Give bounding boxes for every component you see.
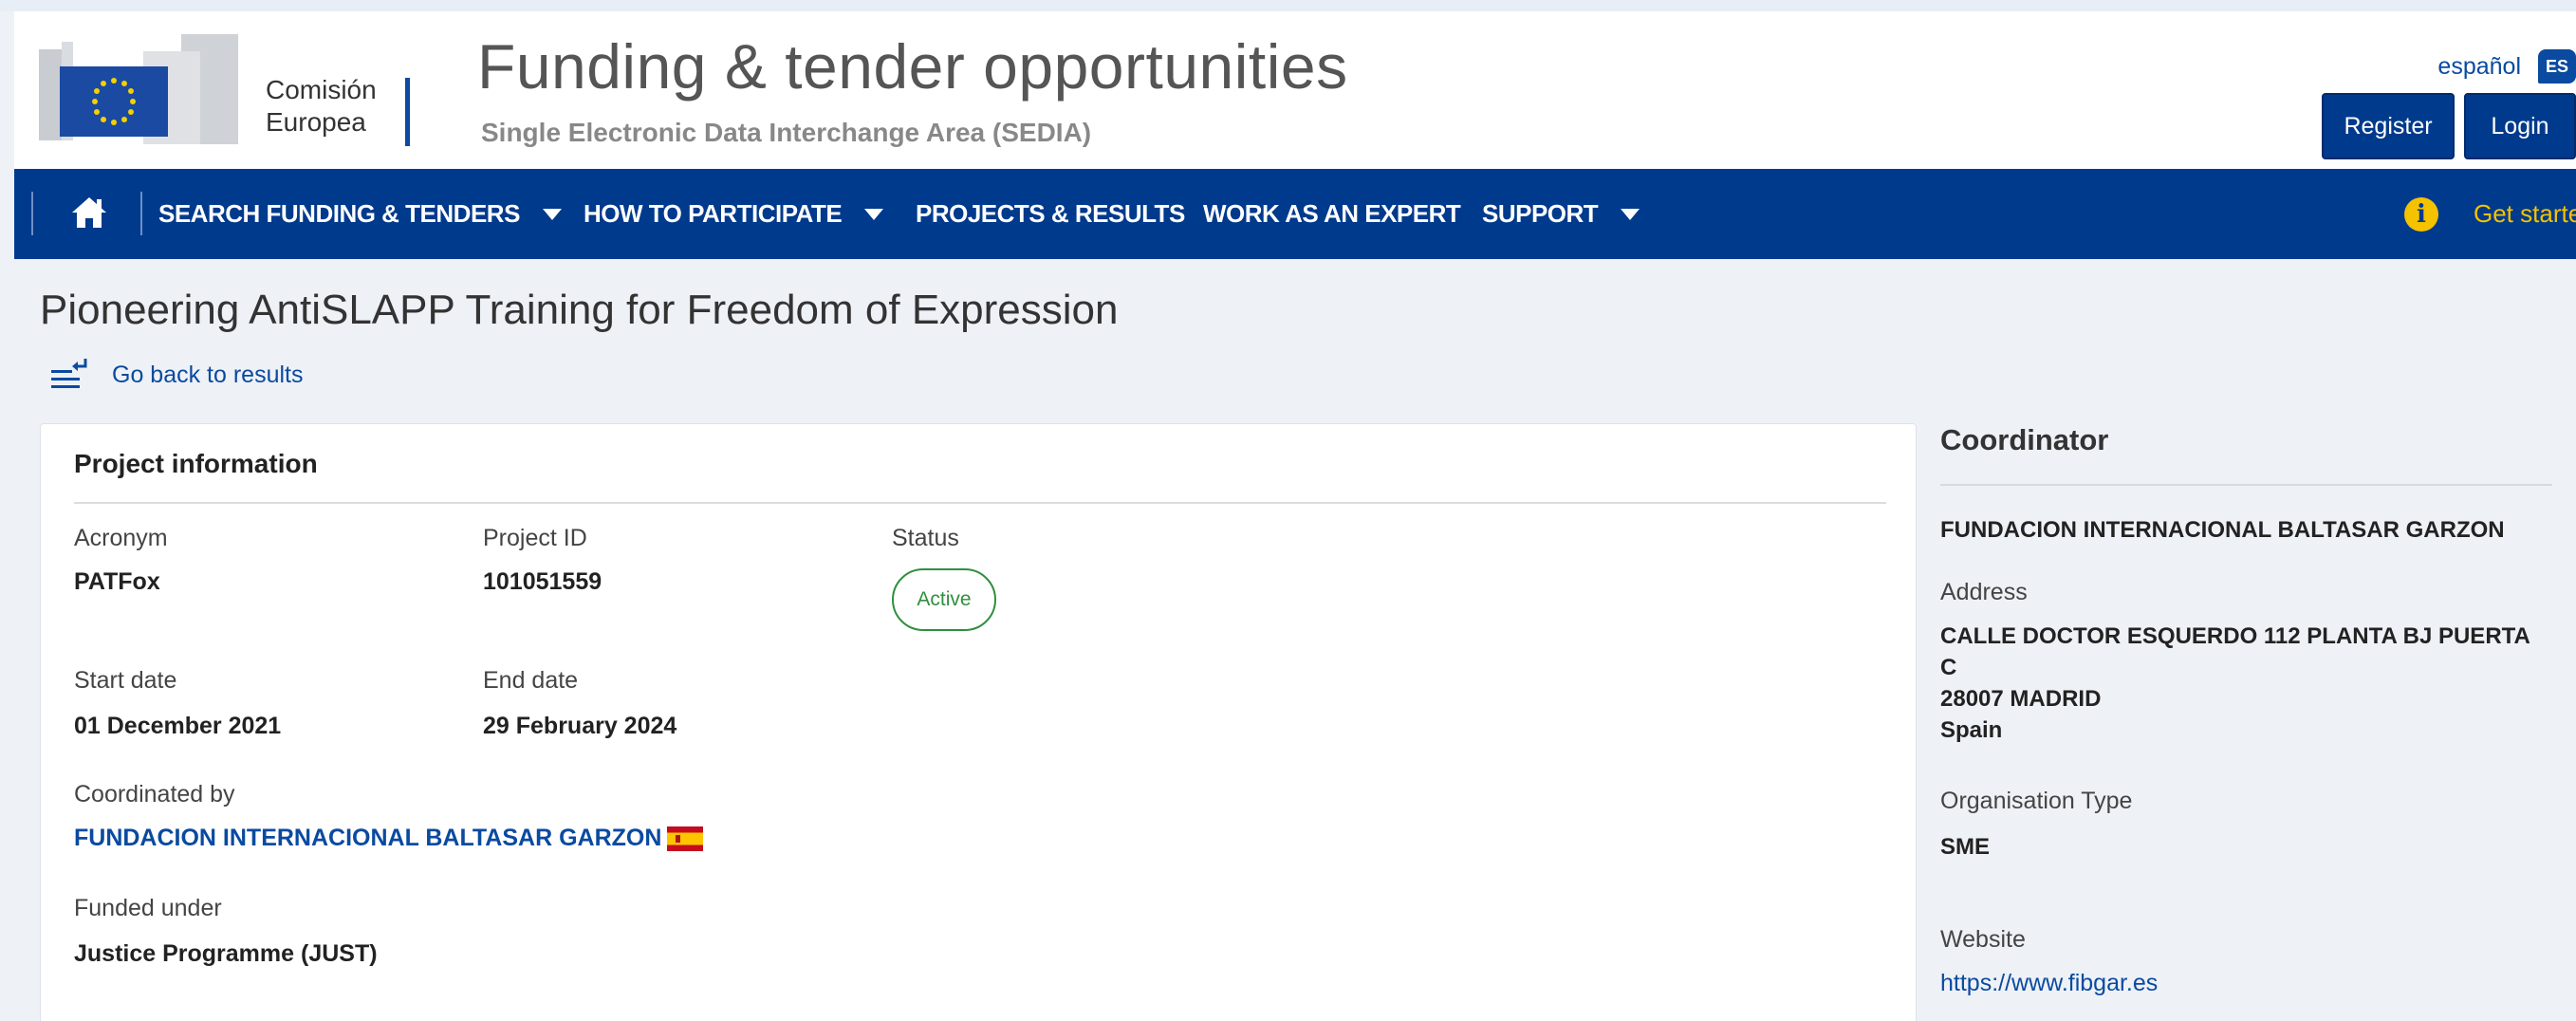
start-date-value: 01 December 2021	[74, 713, 282, 739]
address-line: C	[1940, 655, 1957, 680]
logo-divider	[405, 78, 410, 146]
project-information-card: Project information Acronym PATFox Proje…	[40, 423, 1917, 1021]
coordinator-panel: Coordinator FUNDACION INTERNACIONAL BALT…	[1940, 423, 2576, 1021]
nav-label: WORK AS AN EXPERT	[1203, 199, 1461, 228]
nav-label: SUPPORT	[1482, 199, 1599, 228]
caret-down-icon	[864, 208, 884, 220]
page-title: Pioneering AntiSLAPP Training for Freedo…	[40, 287, 1119, 333]
top-strip	[0, 0, 2576, 11]
end-date-label: End date	[483, 667, 579, 694]
project-id-value: 101051559	[483, 568, 602, 595]
get-started-link[interactable]: Get started	[2474, 169, 2576, 259]
coordinated-by-label: Coordinated by	[74, 781, 235, 808]
acronym-label: Acronym	[74, 525, 168, 551]
organisation-type-label: Organisation Type	[1940, 788, 2133, 814]
logo-text: Comisión Europea	[266, 74, 377, 139]
nav-separator	[140, 192, 142, 235]
status-badge: Active	[892, 568, 996, 631]
status-label: Status	[892, 525, 959, 551]
caret-down-icon	[1621, 208, 1640, 220]
spain-flag-icon	[667, 826, 704, 851]
logo-line: Europea	[266, 107, 366, 137]
home-icon[interactable]	[68, 194, 110, 232]
site-title[interactable]: Funding & tender opportunities	[477, 30, 1348, 102]
website-label: Website	[1940, 926, 2026, 953]
register-button[interactable]: Register	[2322, 93, 2455, 159]
nav-search-funding[interactable]: SEARCH FUNDING & TENDERS	[158, 169, 562, 259]
nav-label: HOW TO PARTICIPATE	[584, 199, 843, 228]
coordinated-by-link[interactable]: FUNDACION INTERNACIONAL BALTASAR GARZON	[74, 825, 704, 852]
section-title: Project information	[74, 449, 318, 478]
section-divider	[74, 502, 1886, 504]
language-code-badge[interactable]: ES	[2538, 49, 2576, 84]
nav-support[interactable]: SUPPORT	[1482, 169, 1640, 259]
nav-how-to-participate[interactable]: HOW TO PARTICIPATE	[584, 169, 884, 259]
eu-commission-logo[interactable]	[39, 32, 238, 148]
back-to-results-link[interactable]: Go back to results	[49, 351, 303, 399]
coordinated-by-value: FUNDACION INTERNACIONAL BALTASAR GARZON	[74, 825, 662, 851]
acronym-value: PATFox	[74, 568, 160, 595]
nav-separator	[31, 192, 33, 235]
info-icon[interactable]: i	[2404, 197, 2438, 232]
back-list-icon	[51, 359, 87, 388]
back-link-label: Go back to results	[112, 361, 304, 388]
login-button[interactable]: Login	[2464, 93, 2576, 159]
address-line: 28007 MADRID	[1940, 686, 2102, 712]
funded-under-value: Justice Programme (JUST)	[74, 940, 378, 967]
coordinator-name: FUNDACION INTERNACIONAL BALTASAR GARZON	[1940, 517, 2505, 543]
address-label: Address	[1940, 579, 2028, 605]
end-date-value: 29 February 2024	[483, 713, 677, 739]
project-id-label: Project ID	[483, 525, 587, 551]
main-nav: SEARCH FUNDING & TENDERS HOW TO PARTICIP…	[14, 169, 2576, 259]
coordinator-title: Coordinator	[1940, 423, 2109, 456]
nav-projects-results[interactable]: PROJECTS & RESULTS	[916, 169, 1185, 259]
nav-label: SEARCH FUNDING & TENDERS	[158, 199, 520, 228]
start-date-label: Start date	[74, 667, 177, 694]
logo-line: Comisión	[266, 75, 377, 104]
coordinator-divider	[1940, 484, 2552, 486]
address-line: Spain	[1940, 717, 2003, 743]
organisation-type-value: SME	[1940, 834, 1991, 860]
site-subtitle: Single Electronic Data Interchange Area …	[481, 118, 1092, 147]
website-link[interactable]: https://www.fibgar.es	[1940, 970, 2158, 997]
nav-work-as-expert[interactable]: WORK AS AN EXPERT	[1203, 169, 1461, 259]
nav-label: PROJECTS & RESULTS	[916, 199, 1185, 228]
funded-under-label: Funded under	[74, 895, 222, 921]
site-header: Comisión Europea Funding & tender opport…	[14, 11, 2576, 169]
language-selector[interactable]: español	[2437, 53, 2521, 81]
address-line: CALLE DOCTOR ESQUERDO 112 PLANTA BJ PUER…	[1940, 623, 2530, 649]
caret-down-icon	[542, 208, 562, 220]
